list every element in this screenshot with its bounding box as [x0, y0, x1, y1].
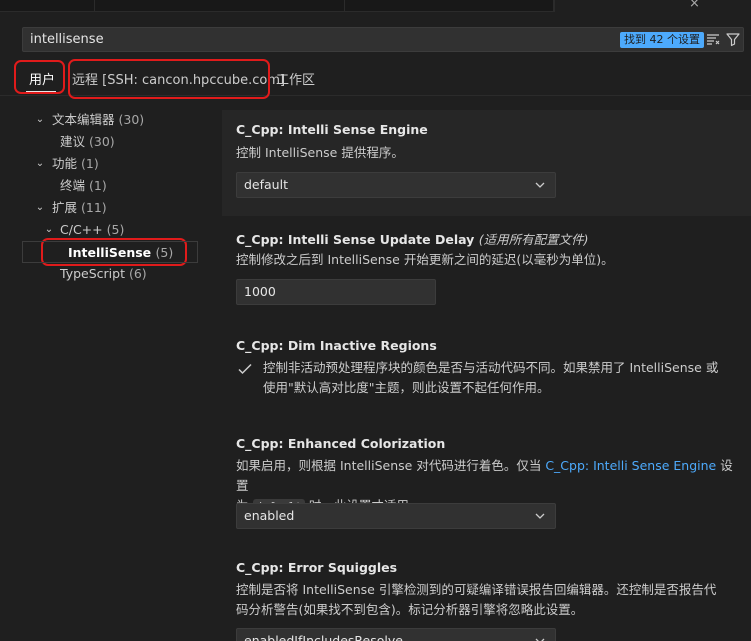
toc-count: (30): [89, 134, 115, 149]
editor-tab[interactable]: [345, 0, 554, 11]
toc-label: 终端: [60, 178, 86, 193]
toc-count: (30): [118, 112, 145, 127]
tab-workspace[interactable]: 工作区: [276, 69, 315, 88]
desc-text: 如果启用，则根据 IntelliSense 对代码进行着色。仅当: [236, 458, 542, 473]
chevron-down-icon: ⌄: [44, 224, 54, 235]
toc-label: 文本编辑器: [52, 112, 115, 127]
desc-line: 控制非活动预处理程序块的颜色是否与活动代码不同。如果禁用了 IntelliSen…: [263, 360, 719, 375]
editor-tab-settings[interactable]: [554, 0, 751, 12]
setting-title: C_Cpp: Intelli Sense Update Delay (适用所有配…: [236, 229, 588, 248]
intellisense-engine-select[interactable]: default: [236, 172, 556, 198]
desc-line: 码分析警告(如果找不到包含)。标记分析器引擎将忽略此设置。: [236, 602, 584, 617]
toc-label: 功能: [52, 156, 78, 171]
toc-label: C/C++: [60, 222, 103, 237]
toc-item-cpp[interactable]: ⌄ C/C++ (5): [22, 219, 198, 241]
setting-description: 控制非活动预处理程序块的颜色是否与活动代码不同。如果禁用了 IntelliSen…: [263, 358, 733, 398]
toc-label: 建议: [60, 134, 86, 149]
filter-icon[interactable]: [725, 31, 741, 47]
setting-dim-inactive-regions: C_Cpp: Dim Inactive Regions 控制非活动预处理程序块的…: [222, 324, 751, 424]
setting-title: C_Cpp: Dim Inactive Regions: [236, 338, 437, 353]
search-input[interactable]: intellisense: [30, 32, 104, 47]
select-value: enabledIfIncludesResolve: [244, 633, 403, 641]
setting-intellisense-update-delay: C_Cpp: Intelli Sense Update Delay (适用所有配…: [222, 216, 751, 324]
editor-tab[interactable]: [95, 0, 345, 11]
setting-description: 控制是否将 IntelliSense 引擎检测到的可疑编译错误报告回编辑器。还控…: [236, 580, 736, 620]
error-squiggles-select[interactable]: enabledIfIncludesResolve: [236, 628, 556, 641]
toc-label: TypeScript: [60, 266, 125, 281]
toc-item-text-editor[interactable]: ⌄ 文本编辑器 (30): [22, 109, 198, 131]
dim-inactive-checkbox[interactable]: [236, 360, 254, 378]
annotation-highlight: [14, 60, 65, 94]
chevron-down-icon: [535, 638, 545, 641]
setting-error-squiggles: C_Cpp: Error Squiggles 控制是否将 IntelliSens…: [222, 548, 751, 641]
setting-intellisense-engine: C_Cpp: Intelli Sense Engine 控制 IntelliSe…: [222, 110, 751, 216]
toc-count: (1): [81, 156, 99, 171]
setting-link[interactable]: C_Cpp: Intelli Sense Engine: [545, 458, 716, 473]
chevron-down-icon: ⌄: [35, 202, 45, 213]
chevron-down-icon: ⌄: [35, 114, 45, 125]
toc-item-suggest[interactable]: 建议 (30): [22, 131, 198, 153]
editor-tab-strip: ×: [0, 0, 751, 12]
toc-label: IntelliSense: [68, 245, 152, 260]
desc-line: 控制是否将 IntelliSense 引擎检测到的可疑编译错误报告回编辑器。还控…: [236, 582, 717, 597]
toc-count: (11): [81, 200, 107, 215]
clear-filter-icon[interactable]: [705, 31, 721, 47]
toc-item-features[interactable]: ⌄ 功能 (1): [22, 153, 198, 175]
input-value: 1000: [244, 284, 276, 299]
toc-label: 扩展: [52, 200, 78, 215]
select-value: enabled: [244, 508, 295, 523]
toc-item-intellisense[interactable]: IntelliSense (5): [22, 241, 198, 263]
chevron-down-icon: [535, 513, 545, 519]
chevron-down-icon: ⌄: [35, 158, 45, 169]
toc-count: (5): [155, 245, 174, 260]
toc-item-typescript[interactable]: TypeScript (6): [22, 263, 198, 285]
close-icon[interactable]: ×: [689, 0, 700, 11]
setting-title: C_Cpp: Error Squiggles: [236, 560, 398, 575]
toc-count: (5): [106, 222, 125, 237]
toc-count: (6): [128, 266, 147, 281]
toc-item-extensions[interactable]: ⌄ 扩展 (11): [22, 197, 198, 219]
annotation-highlight: [68, 59, 270, 99]
setting-title: C_Cpp: Enhanced Colorization: [236, 436, 446, 451]
result-count-badge: 找到 42 个设置: [620, 32, 704, 48]
setting-title: C_Cpp: Intelli Sense Engine: [236, 122, 428, 137]
setting-description: 控制修改之后到 IntelliSense 开始更新之间的延迟(以毫秒为单位)。: [236, 252, 614, 267]
setting-enhanced-colorization: C_Cpp: Enhanced Colorization 如果启用，则根据 In…: [222, 424, 751, 548]
setting-scope-note: (适用所有配置文件): [478, 232, 589, 247]
setting-title-text: C_Cpp: Intelli Sense Update Delay: [236, 232, 475, 247]
settings-list: C_Cpp: Intelli Sense Engine 控制 IntelliSe…: [222, 110, 751, 641]
select-value: default: [244, 177, 288, 192]
chevron-down-icon: [535, 182, 545, 188]
settings-search-box[interactable]: intellisense 找到 42 个设置: [22, 27, 744, 52]
toc-item-terminal[interactable]: 终端 (1): [22, 175, 198, 197]
setting-description: 控制 IntelliSense 提供程序。: [236, 145, 404, 160]
editor-tab[interactable]: [0, 0, 95, 11]
toc-count: (1): [89, 178, 107, 193]
enhanced-colorization-select[interactable]: enabled: [236, 503, 556, 529]
desc-line: 使用"默认高对比度"主题，则此设置不起任何作用。: [263, 380, 550, 395]
update-delay-input[interactable]: 1000: [236, 279, 436, 305]
